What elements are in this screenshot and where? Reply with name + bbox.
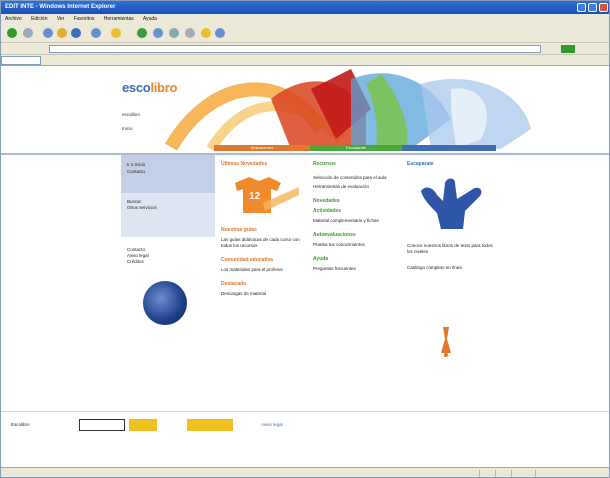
menu-ayuda[interactable]: Ayuda — [143, 16, 157, 22]
nav-blue-segment[interactable] — [402, 145, 496, 151]
col2-link2[interactable]: Actividades — [313, 208, 401, 214]
maximize-button[interactable] — [588, 3, 597, 12]
col2-heading[interactable]: Recursos — [313, 161, 401, 167]
back-icon[interactable] — [7, 28, 17, 38]
footer-text: Escolibro — [11, 422, 30, 427]
page-content: escolibro escolibro Inicio Aplicaciones … — [1, 67, 609, 467]
minimize-button[interactable] — [577, 3, 586, 12]
col3-paragraph1: Conoce nuestros libros de texto para tod… — [407, 243, 493, 254]
forward-icon[interactable] — [23, 28, 33, 38]
sidebar-info: Contacto Aviso legal Créditos — [127, 247, 207, 265]
stop-icon[interactable] — [43, 28, 53, 38]
messenger-icon[interactable] — [215, 28, 225, 38]
small-figure-icon[interactable] — [435, 325, 457, 357]
refresh-icon[interactable] — [57, 28, 67, 38]
tshirt-number: 12 — [249, 191, 261, 202]
column-escaparate-body: Conoce nuestros libros de texto para tod… — [407, 243, 493, 274]
browser-window: EDIT INTE - Windows Internet Explorer Ar… — [0, 0, 610, 478]
footer-logo-1[interactable] — [79, 419, 125, 431]
address-input[interactable] — [49, 45, 541, 53]
status-segment-3 — [511, 470, 535, 477]
col2-paragraph3: Material complementario y fichas — [313, 218, 379, 223]
col2-link3[interactable]: Autoevaluaciones — [313, 232, 401, 238]
footer-logo-2[interactable] — [129, 419, 157, 431]
go-button[interactable] — [561, 45, 575, 53]
edit-icon[interactable] — [201, 28, 211, 38]
sidebar-link-contacto[interactable]: Contacto — [127, 168, 209, 175]
sidebar-link-inicio[interactable]: Ir a Inicio — [127, 161, 209, 168]
history-icon[interactable] — [153, 28, 163, 38]
menu-favoritos[interactable]: Favoritos — [74, 16, 95, 22]
status-segment-1 — [479, 470, 495, 477]
col1-section3[interactable]: Destacado — [221, 281, 305, 287]
status-zone — [535, 470, 609, 477]
links-bar — [1, 55, 609, 66]
banner-artwork — [164, 69, 531, 152]
col2-link1[interactable]: Novedades — [313, 198, 401, 204]
column-escaparate: Escaparate — [407, 161, 493, 171]
sidebar-link-otros[interactable]: Otros servicios — [127, 205, 209, 211]
footer-logo-3[interactable] — [187, 419, 233, 431]
col1-heading[interactable]: Ultimas Novedades — [221, 161, 305, 167]
status-segment-2 — [495, 470, 511, 477]
col2-link4[interactable]: Ayuda — [313, 256, 401, 262]
menu-archivo[interactable]: Archivo — [5, 16, 22, 22]
search-icon[interactable] — [91, 28, 101, 38]
sidebar-box-1: Ir a Inicio Contacto — [121, 155, 215, 193]
toolbar-search-input[interactable] — [1, 56, 41, 65]
col1-section2[interactable]: Comunidad educativa — [221, 257, 305, 263]
sidebar-info-3[interactable]: Créditos — [127, 259, 207, 265]
window-title: EDIT INTE - Windows Internet Explorer — [5, 4, 116, 10]
col2-paragraph1: Selección de contenidos para el aula — [313, 175, 387, 180]
footer-link[interactable]: Aviso legal — [261, 422, 283, 427]
col2-paragraph5: Preguntas frecuentes — [313, 266, 356, 271]
favorites-icon[interactable] — [111, 28, 121, 38]
print-icon[interactable] — [185, 28, 195, 38]
nav-escaparate[interactable]: Escaparate — [310, 145, 402, 151]
globe-image[interactable] — [143, 281, 187, 325]
column-novedades: Ultimas Novedades — [221, 161, 305, 171]
header-divider — [1, 153, 609, 155]
col2-paragraph2: Herramientas de evaluación — [313, 184, 370, 189]
toolbar — [1, 24, 609, 43]
media-icon[interactable] — [137, 28, 147, 38]
col1-paragraph1: Las guías didácticas de cada curso con t… — [221, 237, 300, 248]
menu-bar: Archivo Edición Ver Favoritos Herramient… — [1, 14, 609, 24]
menu-edicion[interactable]: Edición — [31, 16, 47, 22]
address-bar — [1, 43, 609, 55]
col2-paragraph4: Prueba tus conocimientos — [313, 242, 365, 247]
home-icon[interactable] — [71, 28, 81, 38]
col1-section1[interactable]: Nuestras guías — [221, 227, 305, 233]
nav-aplicaciones[interactable]: Aplicaciones — [214, 145, 310, 151]
page-footer: Escolibro Aviso legal — [1, 411, 609, 437]
nav-bar: Aplicaciones Escaparate — [121, 145, 496, 151]
col3-paragraph2[interactable]: Catálogo completo en línea — [407, 265, 493, 271]
col1-paragraph3: Descargas de material — [221, 291, 267, 296]
status-bar — [1, 467, 609, 477]
column-recursos: Recursos Selección de contenidos para el… — [313, 161, 401, 275]
menu-herramientas[interactable]: Herramientas — [104, 16, 134, 22]
col3-heading[interactable]: Escaparate — [407, 161, 493, 167]
close-button[interactable] — [599, 3, 608, 12]
hand-gesture-image[interactable] — [415, 177, 485, 233]
tshirt-image[interactable]: 12 — [223, 173, 301, 217]
menu-ver[interactable]: Ver — [57, 16, 65, 22]
mail-icon[interactable] — [169, 28, 179, 38]
column-novedades-body: Nuestras guías Las guías didácticas de c… — [221, 227, 305, 300]
col1-paragraph2: Los materiales para el profesor — [221, 267, 284, 272]
title-bar: EDIT INTE - Windows Internet Explorer — [1, 1, 609, 14]
sidebar-box-2: Buscar Otros servicios — [121, 193, 215, 237]
